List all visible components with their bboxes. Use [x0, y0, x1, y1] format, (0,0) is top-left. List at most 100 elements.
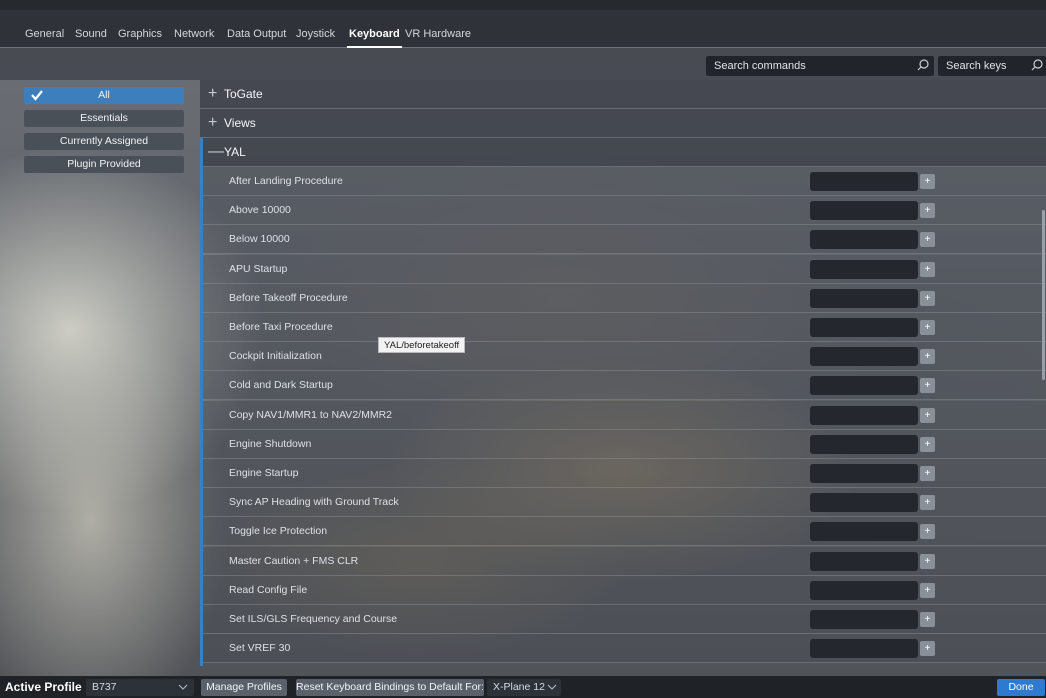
- key-binding-field[interactable]: [810, 288, 918, 308]
- command-label: Before Taxi Procedure: [229, 321, 333, 333]
- command-label: Read Config File: [229, 583, 308, 596]
- tab-vr-hardware[interactable]: VR Hardware: [405, 26, 471, 42]
- add-binding-plus-icon[interactable]: +: [920, 612, 935, 627]
- filter-label: All: [98, 89, 110, 101]
- command-row[interactable]: APU Startup +: [203, 254, 1046, 284]
- command-row[interactable]: Before Taxi Procedure +: [203, 313, 1046, 342]
- done-button[interactable]: Done: [997, 679, 1045, 696]
- add-binding-plus-icon[interactable]: +: [920, 378, 935, 394]
- profile-value: B737: [92, 681, 117, 693]
- add-binding-plus-icon[interactable]: +: [920, 466, 935, 481]
- profile-select[interactable]: B737: [86, 679, 194, 696]
- add-binding-plus-icon[interactable]: +: [920, 232, 935, 248]
- command-tooltip: YAL/beforetakeoff: [378, 337, 466, 353]
- tab-network[interactable]: Network: [174, 26, 214, 42]
- command-row[interactable]: Read Config File +: [203, 575, 1046, 605]
- command-row[interactable]: Engine Shutdown +: [203, 429, 1046, 459]
- key-binding-field[interactable]: [810, 522, 918, 542]
- command-label: Cold and Dark Startup: [229, 379, 333, 392]
- search-keys-field: [938, 56, 1046, 76]
- key-binding-field[interactable]: [810, 405, 918, 425]
- filter-label: Plugin Provided: [67, 158, 141, 170]
- group-row-yal[interactable]: — YAL: [200, 138, 1046, 167]
- key-binding-field[interactable]: [810, 259, 918, 279]
- add-binding-plus-icon[interactable]: +: [920, 524, 935, 540]
- tab-graphics[interactable]: Graphics: [118, 26, 162, 42]
- key-binding-field[interactable]: [810, 639, 918, 659]
- add-binding-plus-icon[interactable]: +: [920, 290, 935, 306]
- key-binding-field[interactable]: [810, 347, 918, 367]
- add-binding-plus-icon[interactable]: +: [920, 582, 935, 598]
- key-binding-field[interactable]: [810, 230, 918, 250]
- expand-plus-icon: +: [208, 114, 218, 131]
- chevron-down-icon: [178, 684, 188, 690]
- command-label: Master Caution + FMS CLR: [229, 554, 359, 567]
- command-label: After Landing Procedure: [229, 175, 343, 187]
- group-row-togate[interactable]: + ToGate: [200, 80, 1046, 109]
- command-row[interactable]: Cockpit Initialization +: [203, 342, 1046, 372]
- add-binding-plus-icon[interactable]: +: [920, 320, 935, 335]
- filter-essentials[interactable]: Essentials: [24, 110, 184, 127]
- key-binding-field[interactable]: [810, 376, 918, 396]
- reset-bindings-button[interactable]: Reset Keyboard Bindings to Default For:: [296, 679, 484, 696]
- tab-sound[interactable]: Sound: [75, 26, 107, 42]
- command-label: Set ILS/GLS Frequency and Course: [229, 613, 398, 625]
- reset-target-select[interactable]: X-Plane 12: [487, 679, 561, 696]
- key-binding-field[interactable]: [810, 551, 918, 571]
- key-binding-field[interactable]: [810, 434, 918, 454]
- command-row[interactable]: Master Caution + FMS CLR +: [203, 546, 1046, 576]
- command-label: Engine Startup: [229, 467, 299, 479]
- key-binding-field[interactable]: [810, 172, 918, 191]
- checkmark-icon: [31, 90, 43, 101]
- add-binding-plus-icon[interactable]: +: [920, 495, 935, 511]
- tab-general[interactable]: General: [25, 26, 64, 42]
- tab-data-output[interactable]: Data Output: [227, 26, 286, 42]
- command-label: Set VREF 30: [229, 642, 291, 655]
- group-label: ToGate: [224, 87, 263, 101]
- add-binding-plus-icon[interactable]: +: [920, 349, 935, 365]
- reset-target-value: X-Plane 12: [493, 681, 545, 693]
- command-row[interactable]: Below 10000 +: [203, 225, 1046, 255]
- search-commands-input[interactable]: [706, 56, 934, 76]
- add-binding-plus-icon[interactable]: +: [920, 641, 935, 657]
- command-row[interactable]: Toggle Ice Protection +: [203, 517, 1046, 547]
- key-binding-field[interactable]: [810, 201, 918, 221]
- key-binding-field[interactable]: [810, 580, 918, 600]
- command-row[interactable]: Set ILS/GLS Frequency and Course +: [203, 605, 1046, 634]
- add-binding-plus-icon[interactable]: +: [920, 436, 935, 452]
- filter-currently-assigned[interactable]: Currently Assigned: [24, 133, 184, 150]
- command-row[interactable]: After Landing Procedure +: [203, 167, 1046, 196]
- scrollbar[interactable]: [1042, 210, 1045, 380]
- group-label: YAL: [224, 145, 246, 159]
- command-row[interactable]: Sync AP Heading with Ground Track +: [203, 488, 1046, 518]
- add-binding-plus-icon[interactable]: +: [920, 261, 935, 277]
- filter-label: Essentials: [80, 112, 128, 124]
- command-row[interactable]: Cold and Dark Startup +: [203, 371, 1046, 401]
- filter-all[interactable]: All: [24, 87, 184, 104]
- search-icon[interactable]: [916, 58, 930, 72]
- command-row[interactable]: Above 10000 +: [203, 196, 1046, 226]
- active-profile-label: Active Profile: [5, 680, 82, 694]
- command-row[interactable]: Engine Startup +: [203, 459, 1046, 488]
- tab-keyboard[interactable]: Keyboard: [347, 26, 402, 48]
- group-row-views[interactable]: + Views: [200, 109, 1046, 138]
- key-binding-field[interactable]: [810, 464, 918, 483]
- command-row[interactable]: Copy NAV1/MMR1 to NAV2/MMR2 +: [203, 400, 1046, 430]
- command-row[interactable]: Set VREF 30 +: [203, 634, 1046, 664]
- search-icon[interactable]: [1030, 58, 1044, 72]
- add-binding-plus-icon[interactable]: +: [920, 553, 935, 569]
- tab-joystick[interactable]: Joystick: [296, 26, 335, 42]
- key-binding-field[interactable]: [810, 493, 918, 513]
- command-row[interactable]: Before Takeoff Procedure +: [203, 283, 1046, 313]
- window-top-strip: [0, 0, 1046, 10]
- command-label: Below 10000: [229, 233, 290, 246]
- add-binding-plus-icon[interactable]: +: [920, 174, 935, 189]
- search-commands-field: [706, 56, 934, 76]
- key-binding-field[interactable]: [810, 610, 918, 629]
- key-binding-field[interactable]: [810, 318, 918, 337]
- filter-plugin-provided[interactable]: Plugin Provided: [24, 156, 184, 173]
- add-binding-plus-icon[interactable]: +: [920, 407, 935, 423]
- command-label: Before Takeoff Procedure: [229, 291, 348, 304]
- add-binding-plus-icon[interactable]: +: [920, 203, 935, 219]
- manage-profiles-button[interactable]: Manage Profiles: [201, 679, 287, 696]
